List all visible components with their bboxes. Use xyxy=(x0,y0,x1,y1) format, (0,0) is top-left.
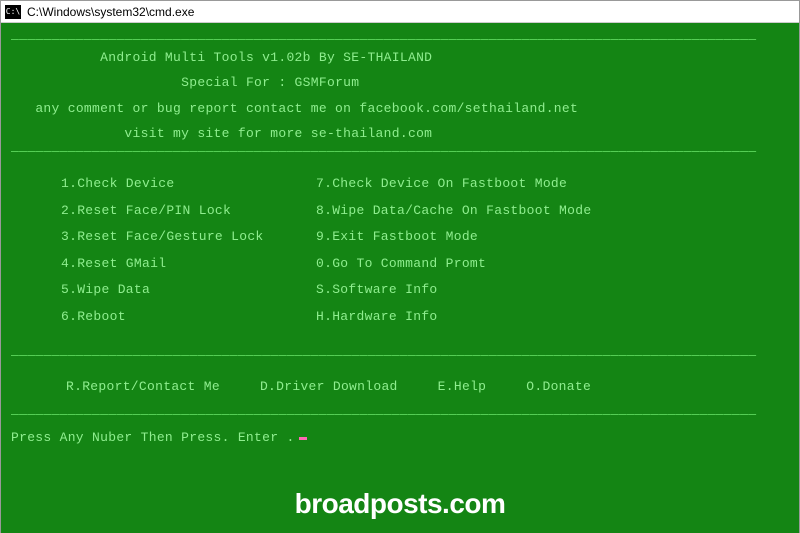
console-area[interactable]: ————————————————————————————————————————… xyxy=(1,23,799,533)
divider-bottom: ————————————————————————————————————————… xyxy=(11,406,789,424)
cursor-icon xyxy=(299,437,307,440)
menu-item-help: E.Help xyxy=(438,378,487,396)
menu-row-1: 1.Check Device 7.Check Device On Fastboo… xyxy=(11,175,789,193)
menu-item-s: S.Software Info xyxy=(316,281,789,299)
menu-item-donate: O.Donate xyxy=(526,378,591,396)
divider-mid1: ————————————————————————————————————————… xyxy=(11,143,789,161)
cmd-window: C:\ C:\Windows\system32\cmd.exe ————————… xyxy=(0,0,800,533)
menu-item-5: 5.Wipe Data xyxy=(61,281,316,299)
watermark: broadposts.com xyxy=(1,485,799,523)
menu-row-4: 4.Reset GMail 0.Go To Command Promt xyxy=(11,255,789,273)
menu-row-6: 6.Reboot H.Hardware Info xyxy=(11,308,789,326)
menu-item-0: 0.Go To Command Promt xyxy=(316,255,789,273)
menu-item-2: 2.Reset Face/PIN Lock xyxy=(61,202,316,220)
header-title: Android Multi Tools v1.02b By SE-THAILAN… xyxy=(11,49,789,67)
menu-item-3: 3.Reset Face/Gesture Lock xyxy=(61,228,316,246)
menu-row-5: 5.Wipe Data S.Software Info xyxy=(11,281,789,299)
menu-item-9: 9.Exit Fastboot Mode xyxy=(316,228,789,246)
titlebar[interactable]: C:\ C:\Windows\system32\cmd.exe xyxy=(1,1,799,23)
menu-row-2: 2.Reset Face/PIN Lock 8.Wipe Data/Cache … xyxy=(11,202,789,220)
titlebar-path: C:\Windows\system32\cmd.exe xyxy=(27,5,194,19)
menu-item-8: 8.Wipe Data/Cache On Fastboot Mode xyxy=(316,202,789,220)
prompt-text: Press Any Nuber Then Press. Enter . xyxy=(11,430,295,445)
header-special: Special For : GSMForum xyxy=(11,74,789,92)
menu-item-6: 6.Reboot xyxy=(61,308,316,326)
menu-item-report: R.Report/Contact Me xyxy=(66,378,220,396)
menu-item-1: 1.Check Device xyxy=(61,175,316,193)
bottom-menu: R.Report/Contact Me D.Driver Download E.… xyxy=(11,378,789,396)
menu-item-4: 4.Reset GMail xyxy=(61,255,316,273)
divider-mid2: ————————————————————————————————————————… xyxy=(11,347,789,365)
header-site: visit my site for more se-thailand.com xyxy=(11,125,789,143)
divider-top: ————————————————————————————————————————… xyxy=(11,31,789,49)
prompt-line: Press Any Nuber Then Press. Enter . xyxy=(11,429,789,447)
header-contact: any comment or bug report contact me on … xyxy=(11,100,789,118)
menu-item-driver: D.Driver Download xyxy=(260,378,398,396)
menu-item-7: 7.Check Device On Fastboot Mode xyxy=(316,175,789,193)
menu-item-h: H.Hardware Info xyxy=(316,308,789,326)
menu-row-3: 3.Reset Face/Gesture Lock 9.Exit Fastboo… xyxy=(11,228,789,246)
cmd-icon: C:\ xyxy=(5,5,21,19)
